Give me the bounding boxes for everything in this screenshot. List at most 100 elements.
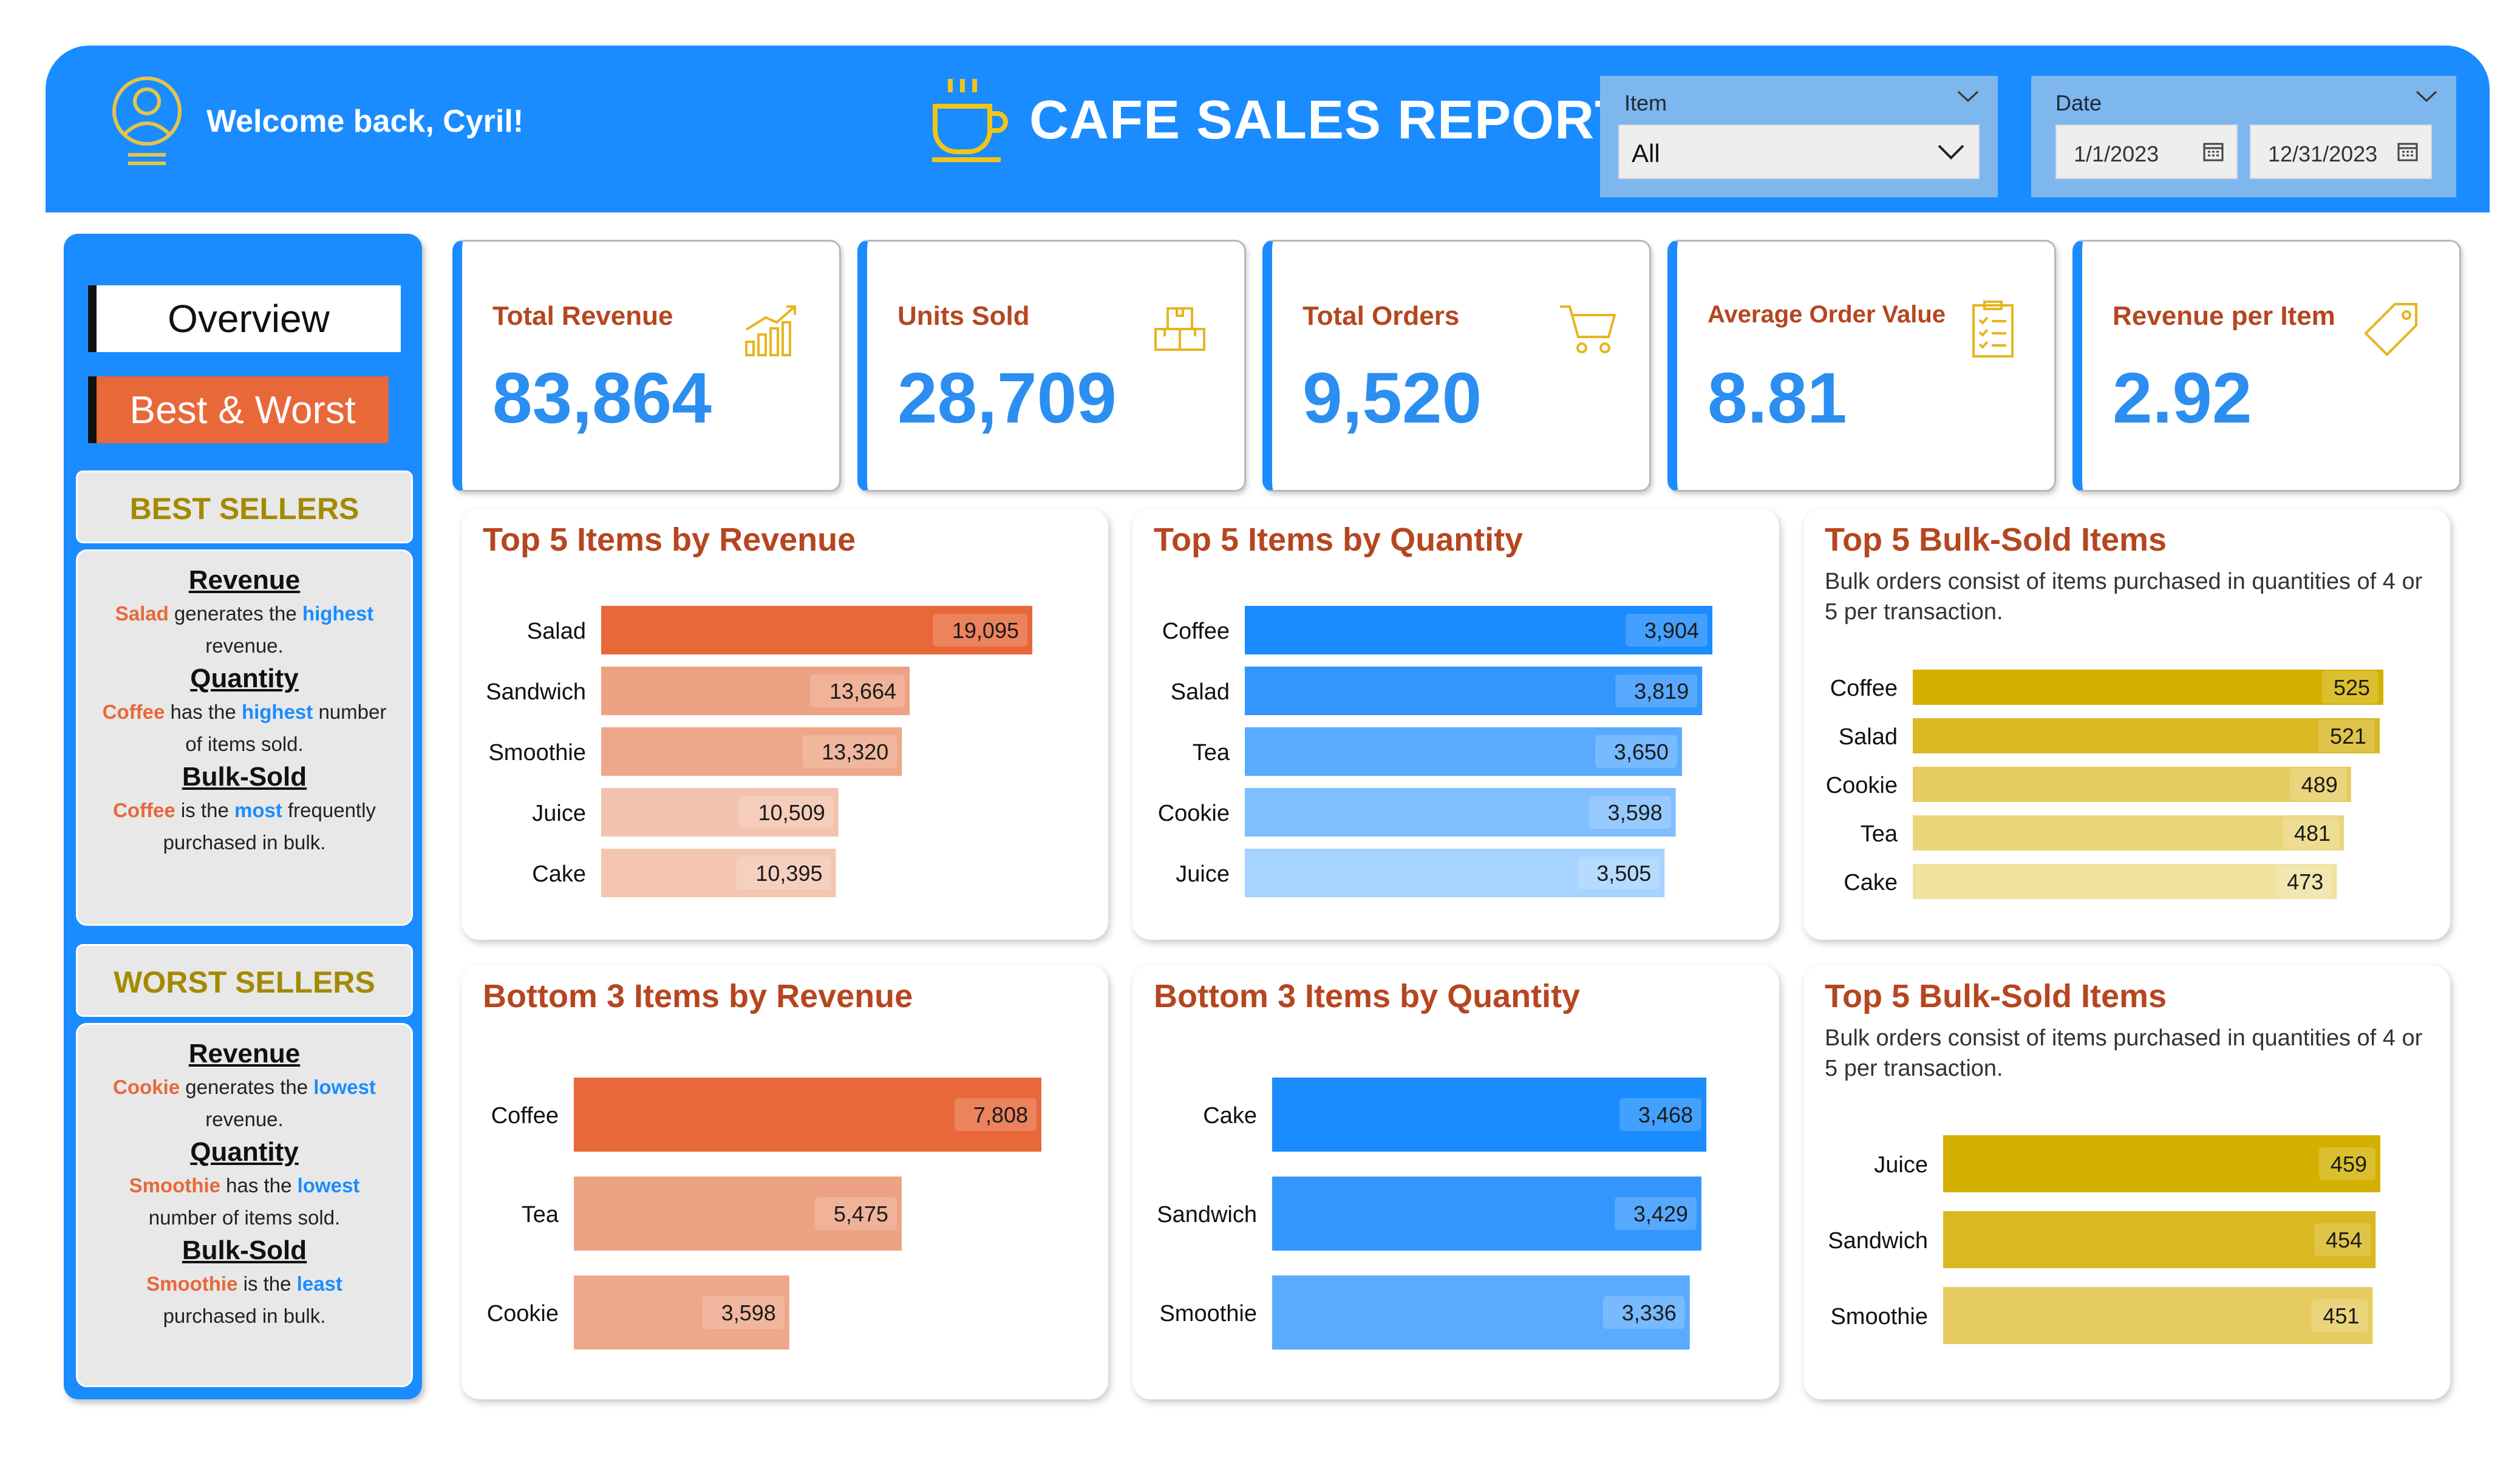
category-label: Sandwich	[1828, 1228, 1928, 1254]
data-label: 3,468	[1638, 1102, 1693, 1127]
category-label: Tea	[1861, 821, 1898, 847]
start-date-value: 1/1/2023	[2074, 141, 2159, 166]
data-label: 3,650	[1614, 739, 1669, 764]
kpi-value: 83,864	[492, 358, 712, 438]
chevron-down-icon	[1938, 144, 1964, 160]
clipboard-icon	[1972, 301, 2014, 358]
chevron-down-icon[interactable]	[2415, 89, 2438, 104]
worst-quantity-title: Quantity	[190, 1137, 299, 1167]
kpi-card-average-order-value: Average Order Value 8.81	[1667, 240, 2056, 492]
overview-nav-button[interactable]: Overview	[88, 285, 401, 352]
worst-revenue-title: Revenue	[188, 1039, 301, 1068]
sidebar: Overview Best & Worst BEST SELLERS Reven…	[64, 234, 422, 1399]
best-revenue-text-end: revenue.	[205, 634, 284, 657]
bar[interactable]	[1913, 718, 2380, 753]
worst-bulk-title: Bulk-Sold	[182, 1235, 307, 1265]
data-label: 451	[2323, 1303, 2359, 1328]
category-label: Juice	[1874, 1152, 1928, 1178]
category-label: Tea	[1193, 740, 1230, 766]
bar-chart: Cake 3,468 Sandwich 3,429 Smoothie 3,336	[1157, 1078, 1706, 1350]
category-label: Juice	[532, 801, 586, 826]
category-label: Salad	[1171, 679, 1230, 705]
date-slicer: Date 1/1/2023 12/31/2023	[2031, 76, 2456, 197]
data-label: 3,336	[1622, 1300, 1677, 1325]
chart-panel-top5-revenue: Top 5 Items by Revenue Salad 19,095 Sandwi…	[461, 509, 1108, 940]
data-label: 10,509	[758, 800, 825, 825]
category-label: Sandwich	[1157, 1202, 1257, 1228]
user-avatar-icon	[112, 76, 182, 165]
best-quantity-text-end: of items sold.	[185, 733, 304, 755]
bar-chart: Salad 19,095 Sandwich 13,664 Smoothie 13,320 J…	[486, 606, 1032, 897]
best-revenue-title: Revenue	[188, 565, 301, 595]
data-label: 3,819	[1634, 679, 1689, 704]
category-label: Smoothie	[488, 740, 586, 766]
bar[interactable]	[1913, 670, 2383, 705]
worst-sellers-heading: WORST SELLERS	[76, 944, 413, 1017]
category-label: Juice	[1176, 861, 1230, 887]
calendar-icon[interactable]	[2202, 140, 2224, 162]
kpi-card-revenue-per-item: Revenue per Item 2.92	[2072, 240, 2461, 492]
worst-quantity-text: Smoothie has the lowest	[129, 1174, 360, 1197]
kpi-card-total-orders: Total Orders 9,520	[1262, 240, 1651, 492]
category-label: Smoothie	[1159, 1301, 1257, 1326]
category-label: Cake	[532, 861, 586, 887]
data-label: 19,095	[952, 618, 1019, 643]
kpi-value: 28,709	[897, 358, 1117, 438]
start-date-input[interactable]: 1/1/2023	[2055, 124, 2238, 179]
data-label: 13,320	[822, 739, 888, 764]
data-label: 473	[2287, 869, 2323, 894]
bar-chart-icon	[745, 305, 796, 356]
item-slicer: Item All	[1600, 76, 1998, 197]
data-label: 521	[2330, 724, 2366, 749]
cart-icon	[1560, 305, 1616, 353]
data-label: 454	[2326, 1228, 2362, 1252]
chart-panel-bottom3-revenue: Bottom 3 Items by Revenue Coffee 7,808 Tea…	[461, 965, 1108, 1399]
calendar-icon[interactable]	[2397, 140, 2419, 162]
data-label: 489	[2301, 772, 2338, 797]
item-dropdown[interactable]: All	[1618, 124, 1980, 179]
category-label: Coffee	[1162, 619, 1230, 644]
tag-icon	[2364, 303, 2417, 356]
chevron-down-icon[interactable]	[1956, 89, 1980, 104]
category-label: Cake	[1844, 870, 1898, 895]
data-label: 10,395	[755, 861, 822, 886]
chart-panel-top5-quantity: Top 5 Items by Quantity Coffee 3,904 Salad…	[1132, 509, 1779, 940]
chart-panel-bulk-3: Top 5 Bulk-Sold Items Bulk orders consis…	[1803, 965, 2450, 1399]
bar[interactable]	[1913, 864, 2337, 899]
bar-chart: Coffee 3,904 Salad 3,819 Tea 3,650 Cookie 3,598…	[1158, 606, 1712, 897]
end-date-input[interactable]: 12/31/2023	[2250, 124, 2432, 179]
report-title: CAFE SALES REPORT	[1029, 90, 1629, 151]
kpi-label: Units Sold	[897, 301, 1030, 331]
data-label: 525	[2334, 675, 2370, 700]
bar[interactable]	[1913, 767, 2351, 802]
best-sellers-heading: BEST SELLERS	[76, 470, 413, 543]
category-label: Coffee	[1830, 676, 1898, 701]
worst-bulk-text: Smoothie is the least	[146, 1272, 342, 1295]
data-label: 3,904	[1644, 618, 1699, 643]
bar[interactable]	[1943, 1135, 2380, 1192]
category-label: Tea	[522, 1202, 559, 1228]
end-date-value: 12/31/2023	[2268, 141, 2378, 166]
best-worst-nav-button[interactable]: Best & Worst	[88, 376, 389, 443]
kpi-label: Total Orders	[1303, 301, 1460, 331]
bar-chart: Coffee 7,808 Tea 5,475 Cookie 3,598	[487, 1078, 1041, 1350]
best-bulk-title: Bulk-Sold	[182, 762, 307, 792]
bar[interactable]	[1913, 815, 2345, 851]
worst-revenue-text: Cookie generates the lowest	[113, 1076, 376, 1098]
category-label: Sandwich	[486, 679, 586, 705]
worst-sellers-summary: Revenue Cookie generates the lowest reve…	[76, 1023, 413, 1387]
category-label: Smoothie	[1830, 1304, 1928, 1330]
data-label: 5,475	[834, 1201, 888, 1226]
kpi-label: Average Order Value	[1708, 301, 1946, 328]
bar[interactable]	[1943, 1287, 2373, 1344]
data-label: 3,598	[721, 1300, 776, 1325]
bar[interactable]	[1943, 1211, 2376, 1268]
best-quantity-title: Quantity	[190, 664, 299, 693]
kpi-card-units-sold: Units Sold 28,709	[857, 240, 1246, 492]
data-label: 481	[2294, 821, 2331, 846]
item-dropdown-value: All	[1632, 139, 1660, 168]
chart-panel-bottom3-quantity: Bottom 3 Items by Quantity Cake 3,468 Sand…	[1132, 965, 1779, 1399]
best-revenue-text: Salad generates the highest	[115, 602, 374, 625]
item-slicer-label: Item	[1624, 90, 1667, 115]
best-bulk-text-end: purchased in bulk.	[163, 831, 326, 854]
